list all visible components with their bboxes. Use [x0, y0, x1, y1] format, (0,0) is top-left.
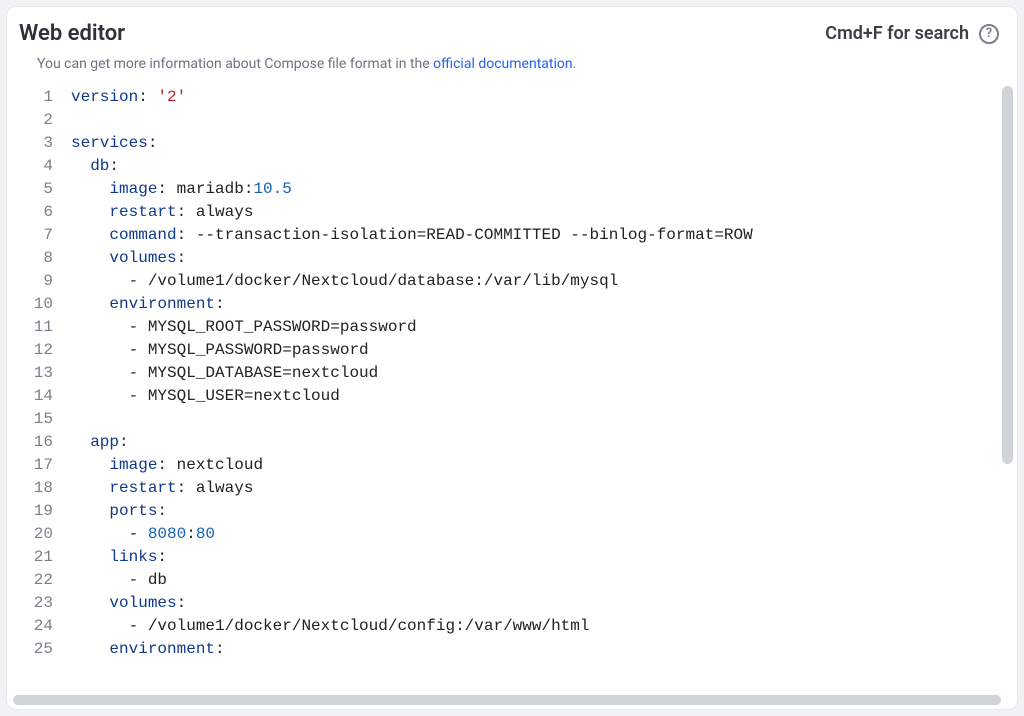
- panel-subtitle: You can get more information about Compo…: [7, 50, 1017, 86]
- header-right: Cmd+F for search ?: [825, 23, 999, 44]
- subtitle-suffix: .: [573, 56, 577, 72]
- help-icon[interactable]: ?: [979, 24, 999, 44]
- web-editor-panel: Web editor Cmd+F for search ? You can ge…: [6, 6, 1018, 710]
- subtitle-prefix: You can get more information about Compo…: [37, 56, 433, 72]
- panel-title: Web editor: [19, 21, 125, 46]
- code-content[interactable]: version: '2' services: db: image: mariad…: [71, 86, 1005, 687]
- hscroll-track: [7, 695, 1017, 709]
- docs-link[interactable]: official documentation: [433, 56, 572, 72]
- panel-header: Web editor Cmd+F for search ?: [7, 7, 1017, 50]
- line-number-gutter: 1234567891011121314151617181920212223242…: [19, 86, 71, 687]
- vertical-scrollbar[interactable]: [1002, 86, 1013, 464]
- code-editor[interactable]: 1234567891011121314151617181920212223242…: [19, 86, 1005, 687]
- editor-container: 1234567891011121314151617181920212223242…: [7, 86, 1017, 695]
- horizontal-scrollbar[interactable]: [13, 695, 1001, 705]
- search-hint: Cmd+F for search: [825, 23, 969, 44]
